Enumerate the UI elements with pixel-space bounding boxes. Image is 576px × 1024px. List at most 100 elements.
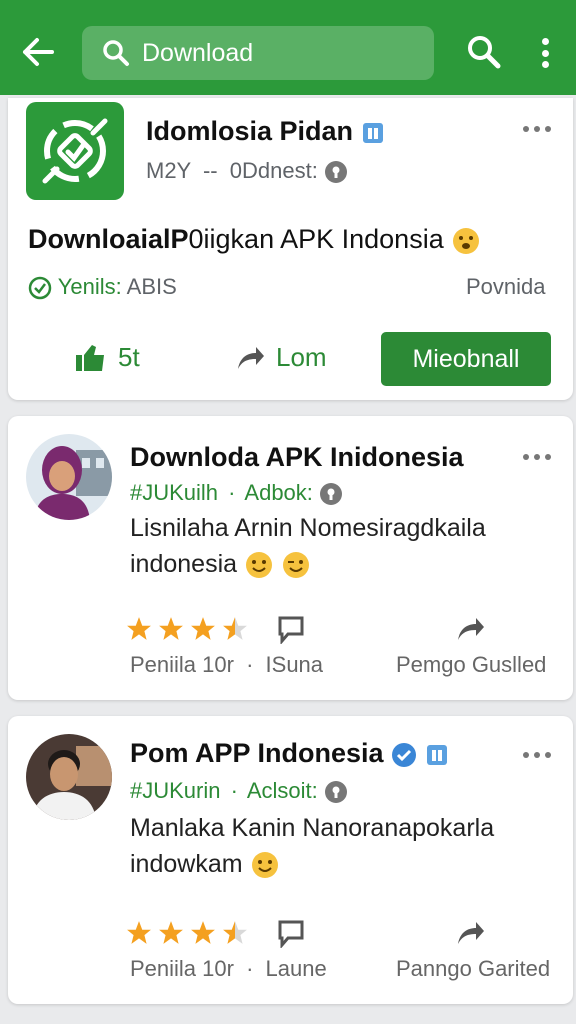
search-icon [103,40,129,66]
meta-mid: Laune [265,956,327,981]
app-card-menu-button[interactable] [523,124,551,134]
avatar [26,734,112,820]
rating-stars [126,920,248,946]
post-title: Downloda APK Inidonesia [130,442,464,472]
dot-icon [534,126,540,132]
handle-sep: · [228,480,236,505]
rating-stars [126,616,248,642]
post-body-line: Manlaka Kanin Nanoranapokarla [130,814,495,842]
post-title-text: Pom APP Indonesia [130,738,384,768]
post-body-line: Lisnilaha Arnin Nomesiragdkaila [130,514,486,542]
post-card[interactable]: Downloda APK Inidonesia #JUKuilh · Adbok… [8,416,573,700]
overflow-menu-button[interactable] [530,34,560,72]
share-action[interactable]: Lom [234,342,327,373]
meta-sep: · [246,956,254,981]
handle-text: #JUKurin [130,778,221,803]
dot-icon [545,454,551,460]
emoji-icon [453,227,480,254]
share-button[interactable] [454,614,486,644]
check-circle-icon [28,276,52,300]
like-count: 5t [118,342,140,372]
dot-icon [523,752,529,758]
search-field[interactable] [82,26,434,80]
search-button[interactable] [466,34,504,72]
star-icon [159,617,183,640]
status-label: Yenils: [57,274,122,299]
avatar [26,434,112,520]
comment-button[interactable] [276,614,306,644]
star-icon [223,921,247,944]
app-meta-right: 0Ddnest: [229,158,318,183]
avatar-image [26,434,112,520]
app-status: Yenils: ABIS [28,274,177,300]
dot-icon [541,49,549,57]
comment-icon [278,616,304,644]
post-card[interactable]: Pom APP Indonesia #JUKurin · Aclsoit: Ma… [8,716,573,1004]
post-body-line: indonesia [130,546,550,582]
comment-icon [278,920,304,948]
search-input[interactable] [142,38,422,68]
star-icon [127,617,151,640]
meta-right: Pemgo Guslled [396,652,547,677]
handle-tag: Adbok: [244,480,313,505]
dot-icon [534,454,540,460]
post-meta: Peniila 10r · Laune [130,956,327,982]
star-icon [159,921,183,944]
dot-icon [523,126,529,132]
smile-emoji-icon [251,852,278,879]
meta-left: Peniila 10r [130,956,234,981]
post-body-line: indowkam [130,846,550,882]
status-right: Povnida [466,274,546,299]
verified-badge-icon [362,122,383,143]
dot-icon [545,126,551,132]
app-logo [26,102,124,200]
app-meta: M2Y -- 0Ddnest: [146,158,348,184]
dot-icon [534,752,540,758]
post-menu-button[interactable] [523,452,551,462]
wink-emoji-icon [282,552,309,579]
app-name: Idomlosia Pidan [146,116,385,147]
post-body: Manlaka Kanin Nanoranapokarla indowkam [130,810,550,882]
back-button[interactable] [18,32,58,72]
status-bar [0,0,576,10]
handle-tag: Aclsoit: [246,778,318,803]
avatar-image [26,734,112,820]
app-meta-left: M2Y [146,158,191,183]
search-icon [468,36,501,69]
meta-left: Peniila 10r [130,652,234,677]
post-handle: #JUKurin · Aclsoit: [130,778,348,804]
thumbs-up-icon [76,344,104,371]
app-meta-sep: -- [202,158,218,183]
dot-icon [541,38,549,45]
star-icon [223,617,247,640]
app-headline: DownloaialP0iigkan APK Indonsia [28,224,481,256]
install-button[interactable]: Mieobnall [381,332,551,386]
post-handle: #JUKuilh · Adbok: [130,480,343,506]
smile-emoji-icon [245,552,272,579]
app-card[interactable]: Idomlosia Pidan M2Y -- 0Ddnest: Downloai… [8,98,573,400]
star-icon [191,921,215,944]
like-button[interactable]: 5t [74,342,140,373]
privacy-icon [324,781,347,804]
privacy-icon [324,161,347,184]
app-logo-icon [42,118,108,184]
meta-mid: ISuna [265,652,324,677]
share-arrow-icon [238,346,264,369]
handle-text: #JUKuilh [130,480,219,505]
post-title: Pom APP Indonesia [130,738,449,769]
privacy-icon [320,483,343,506]
arrow-left-icon [23,38,54,66]
dot-icon [523,454,529,460]
status-value: ABIS [126,274,177,299]
post-meta: Peniila 10r · ISuna [130,652,323,678]
share-button[interactable] [454,918,486,948]
post-body-text: indonesia [130,550,238,578]
share-label: Lom [276,342,327,372]
post-menu-button[interactable] [523,750,551,760]
star-icon [191,617,215,640]
star-icon [127,921,151,944]
headline-bold: DownloaialP [28,224,189,254]
post-body-text: indowkam [130,850,243,878]
comment-button[interactable] [276,918,306,948]
post-body: Lisnilaha Arnin Nomesiragdkaila indonesi… [130,510,550,582]
